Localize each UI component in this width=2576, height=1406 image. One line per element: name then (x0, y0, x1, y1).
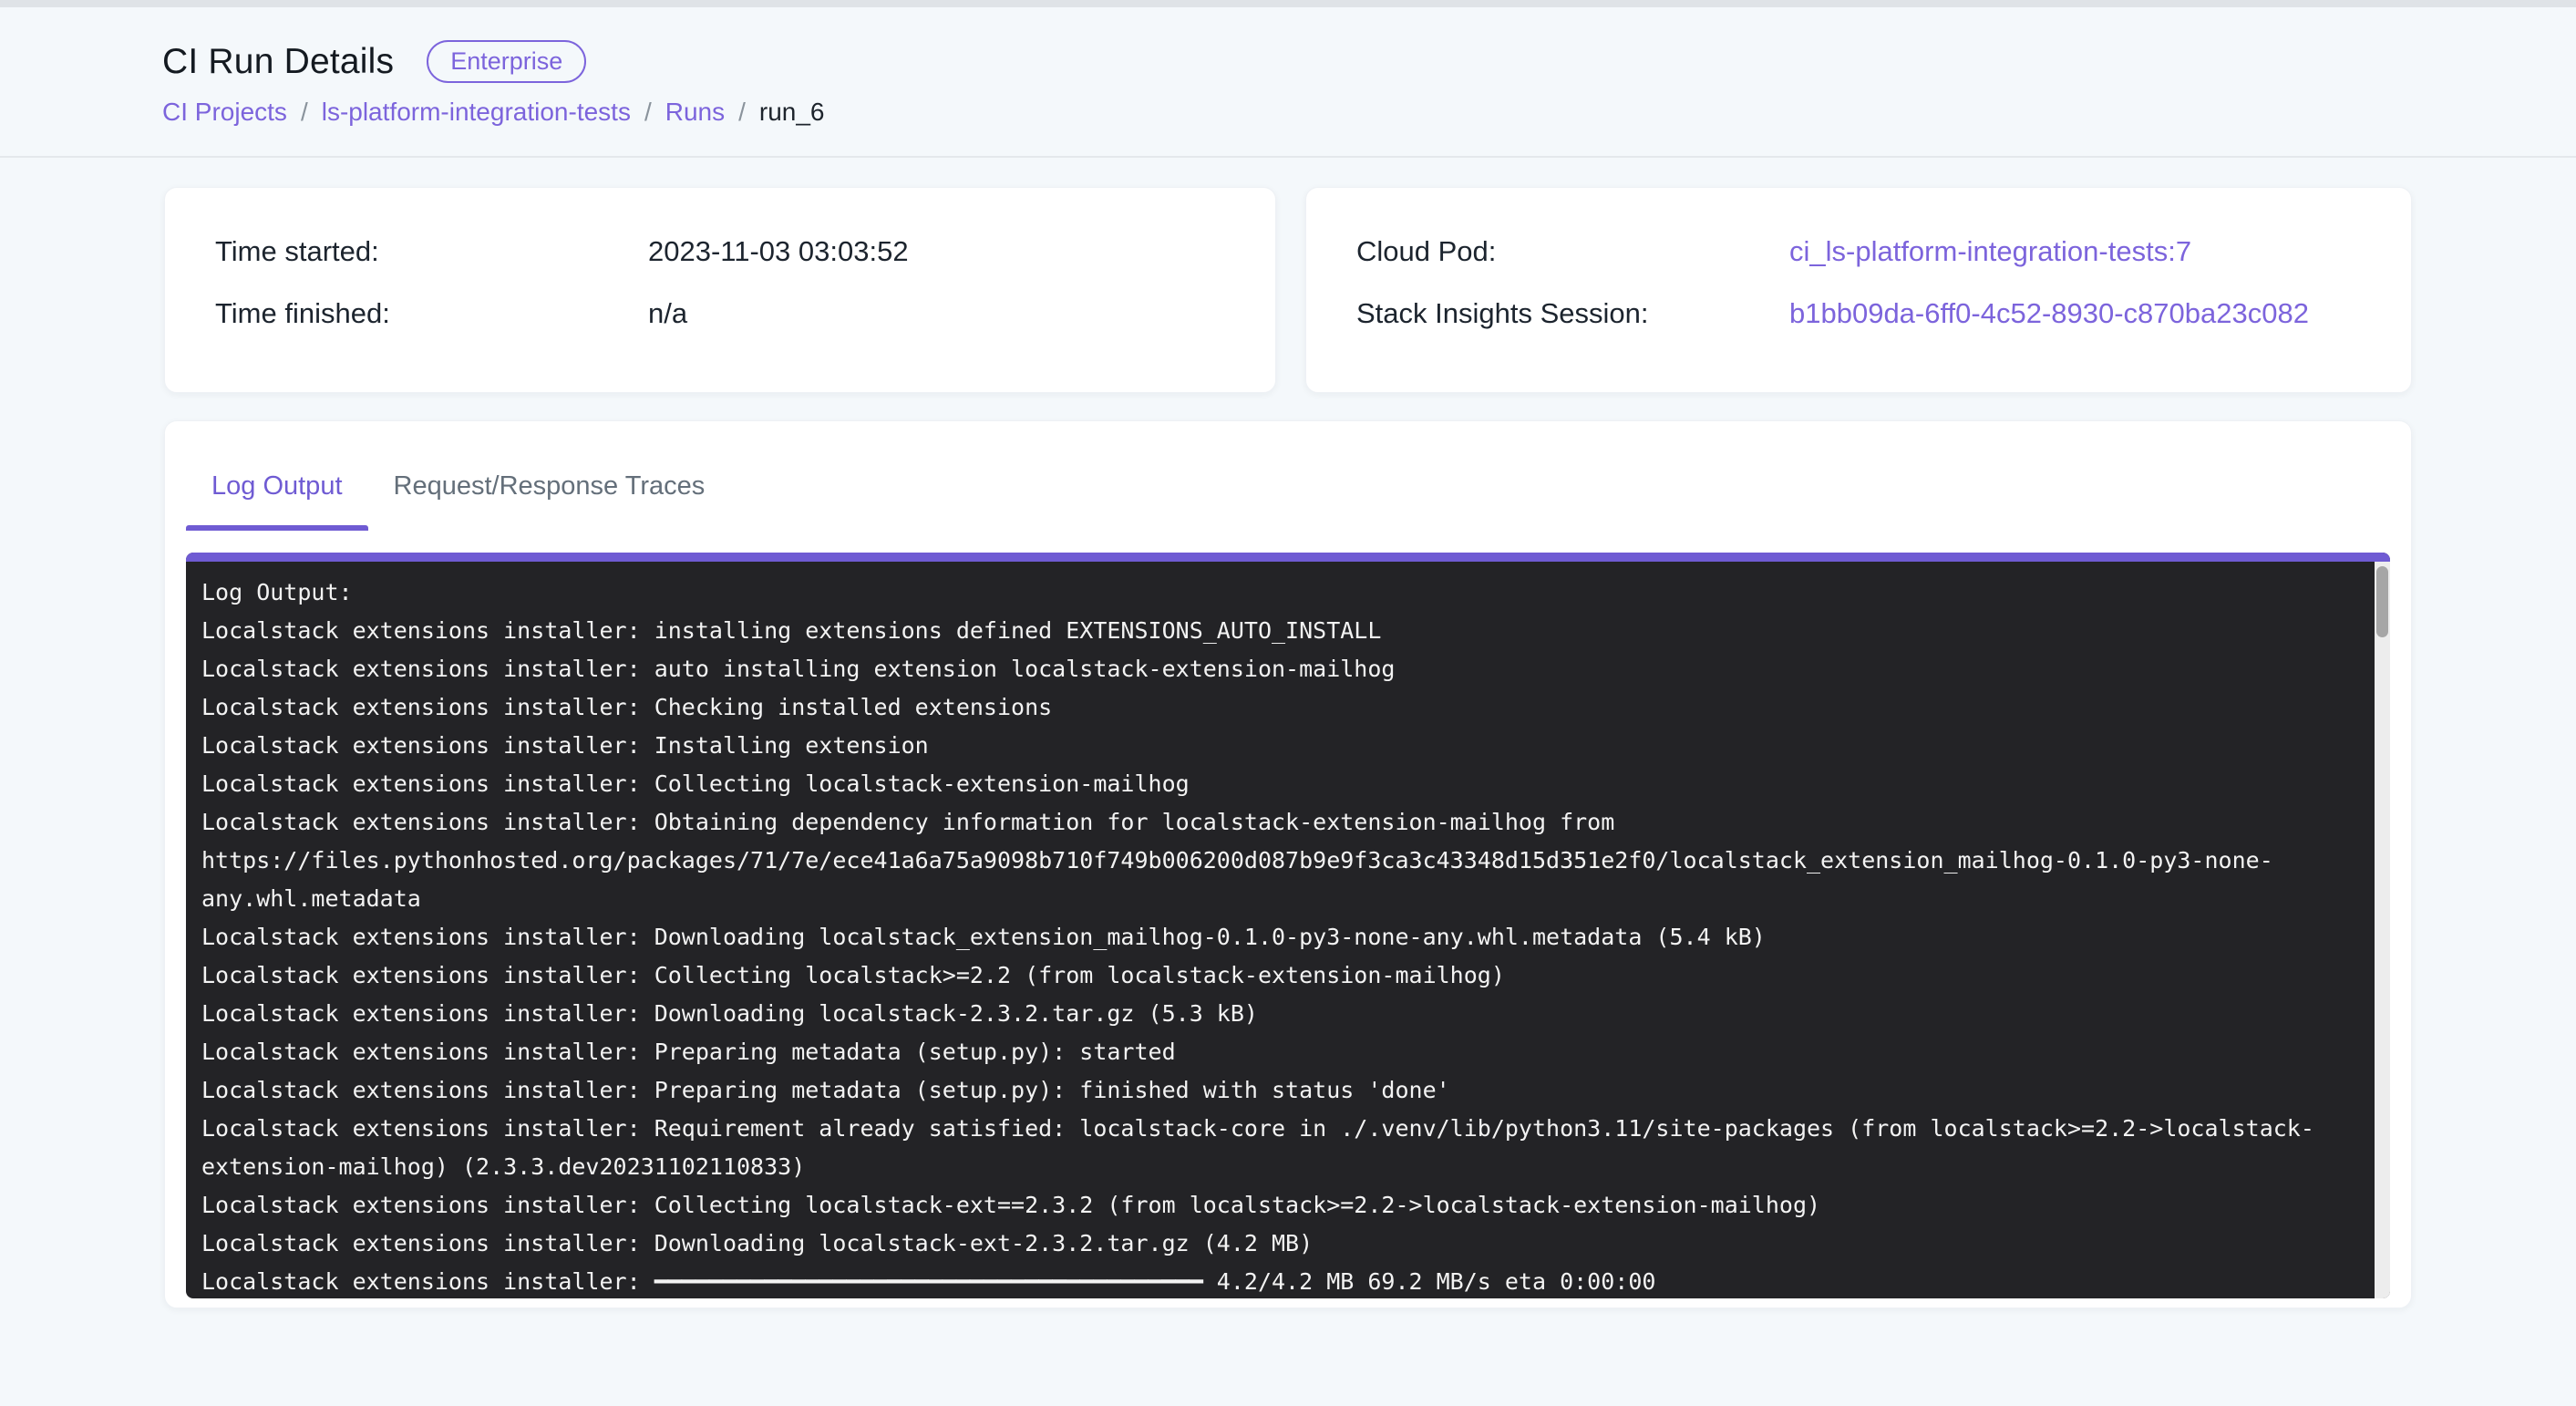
log-line: Localstack extensions installer: Collect… (201, 765, 2374, 803)
log-line: https://files.pythonhosted.org/packages/… (201, 842, 2374, 880)
log-line: Localstack extensions installer: auto in… (201, 650, 2374, 688)
enterprise-badge: Enterprise (427, 40, 586, 83)
breadcrumb-separator: / (301, 98, 308, 127)
tab-bar: Log Output Request/Response Traces (186, 421, 2390, 531)
log-line: Localstack extensions installer: Downloa… (201, 995, 2374, 1033)
log-line: Localstack extensions installer: Collect… (201, 956, 2374, 995)
tab-request-response-traces[interactable]: Request/Response Traces (368, 421, 731, 531)
breadcrumb-link-ci-projects[interactable]: CI Projects (162, 98, 287, 127)
cloud-info-card: Cloud Pod: ci_ls-platform-integration-te… (1305, 187, 2412, 393)
terminal-scrollbar[interactable] (2375, 562, 2390, 1298)
time-started-row: Time started: 2023-11-03 03:03:52 (215, 235, 1275, 297)
stack-insights-session-row: Stack Insights Session: b1bb09da-6ff0-4c… (1356, 297, 2411, 359)
log-card: Log Output Request/Response Traces Log O… (164, 420, 2412, 1308)
cloud-pod-link[interactable]: ci_ls-platform-integration-tests:7 (1789, 235, 2191, 268)
terminal-accent-bar (186, 553, 2390, 562)
log-line: Localstack extensions installer: Prepari… (201, 1033, 2374, 1071)
breadcrumb-current-run: run_6 (759, 98, 825, 127)
top-border-strip (0, 0, 2576, 7)
stack-insights-session-link[interactable]: b1bb09da-6ff0-4c52-8930-c870ba23c082 (1789, 297, 2309, 330)
log-line: Log Output: (201, 574, 2374, 612)
breadcrumb-link-runs[interactable]: Runs (665, 98, 725, 127)
log-line: Localstack extensions installer: Downloa… (201, 918, 2374, 956)
log-line: Localstack extensions installer: Install… (201, 727, 2374, 765)
log-line: Localstack extensions installer: Downloa… (201, 1225, 2374, 1263)
tab-log-output[interactable]: Log Output (186, 421, 368, 531)
page-title: CI Run Details (162, 42, 394, 82)
cloud-pod-label: Cloud Pod: (1356, 235, 1789, 268)
terminal-scrollbar-thumb[interactable] (2376, 566, 2388, 637)
log-line: Localstack extensions installer: Obtaini… (201, 803, 2374, 842)
time-finished-label: Time finished: (215, 297, 648, 330)
log-output: Log Output: Localstack extensions instal… (186, 562, 2390, 1298)
log-line: any.whl.metadata (201, 880, 2374, 918)
breadcrumb-link-project[interactable]: ls-platform-integration-tests (322, 98, 631, 127)
log-line: extension-mailhog) (2.3.3.dev20231102110… (201, 1148, 2374, 1186)
time-info-card: Time started: 2023-11-03 03:03:52 Time f… (164, 187, 1276, 393)
time-finished-row: Time finished: n/a (215, 297, 1275, 359)
breadcrumb: CI Projects / ls-platform-integration-te… (162, 98, 2576, 127)
log-line: Localstack extensions installer: Require… (201, 1110, 2374, 1148)
log-line: Localstack extensions installer: Checkin… (201, 688, 2374, 727)
time-finished-value: n/a (648, 297, 687, 330)
breadcrumb-separator: / (738, 98, 746, 127)
time-started-value: 2023-11-03 03:03:52 (648, 235, 909, 268)
log-terminal[interactable]: Log Output: Localstack extensions instal… (186, 553, 2390, 1298)
log-line: Localstack extensions installer: Prepari… (201, 1071, 2374, 1110)
cloud-pod-row: Cloud Pod: ci_ls-platform-integration-te… (1356, 235, 2411, 297)
log-line: Localstack extensions installer: install… (201, 612, 2374, 650)
log-line: Localstack extensions installer: ━━━━━━━… (201, 1263, 2374, 1298)
stack-insights-session-label: Stack Insights Session: (1356, 297, 1789, 330)
page-header: CI Run Details Enterprise CI Projects / … (0, 7, 2576, 158)
time-started-label: Time started: (215, 235, 648, 268)
run-info-row: Time started: 2023-11-03 03:03:52 Time f… (164, 187, 2412, 393)
log-line: Localstack extensions installer: Collect… (201, 1186, 2374, 1225)
breadcrumb-separator: / (644, 98, 652, 127)
